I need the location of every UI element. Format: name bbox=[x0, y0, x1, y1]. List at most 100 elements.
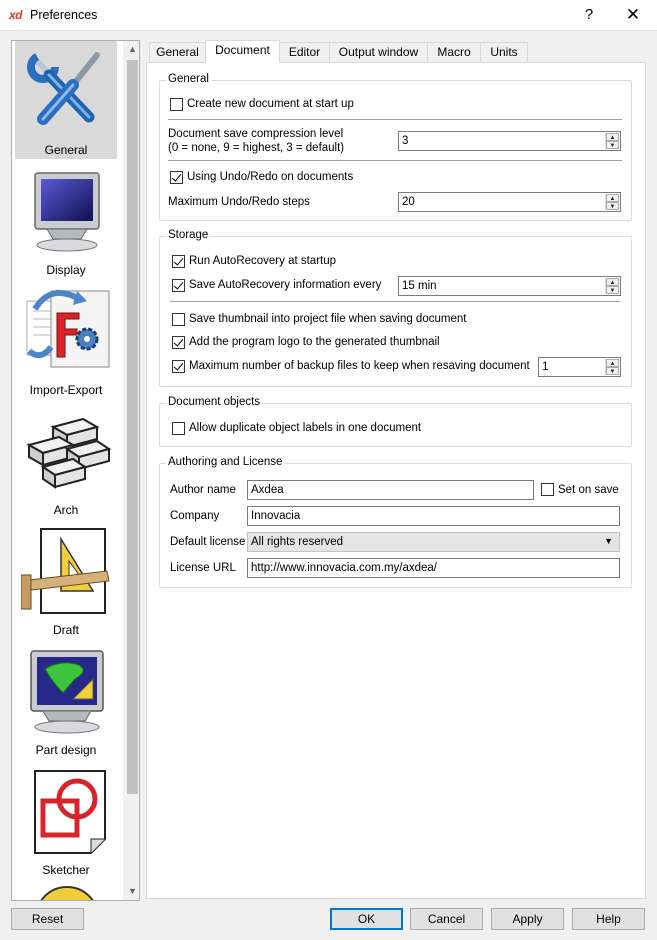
create-new-doc-checkbox[interactable] bbox=[170, 98, 183, 111]
add-logo-checkbox[interactable] bbox=[172, 336, 185, 349]
spin-value: 20 bbox=[402, 196, 415, 208]
save-autorecovery-checkbox[interactable] bbox=[172, 279, 185, 292]
compression-label-1: Document save compression level bbox=[168, 128, 344, 140]
undo-redo-checkbox[interactable] bbox=[170, 171, 183, 184]
sidebar-item-label: Sketcher bbox=[42, 863, 90, 877]
import-export-icon bbox=[26, 289, 110, 368]
input-value: http://www.innovacia.com.my/axdea/ bbox=[251, 562, 437, 574]
sketcher-icon bbox=[34, 770, 106, 854]
sidebar-item-part-design[interactable]: Part design bbox=[15, 641, 117, 759]
sidebar-item-partial bbox=[15, 881, 117, 900]
spin-down-icon[interactable]: ▼ bbox=[606, 367, 619, 375]
spin-arrows[interactable]: ▲ ▼ bbox=[605, 278, 619, 294]
apply-button[interactable]: Apply bbox=[491, 908, 564, 930]
cancel-button[interactable]: Cancel bbox=[410, 908, 483, 930]
help-title-button[interactable]: ? bbox=[578, 4, 600, 26]
spin-up-icon[interactable]: ▲ bbox=[606, 359, 619, 367]
help-button[interactable]: Help bbox=[572, 908, 645, 930]
compression-label-2: (0 = none, 9 = highest, 3 = default) bbox=[168, 142, 345, 154]
author-name-label: Author name bbox=[170, 484, 236, 496]
tab-output-window[interactable]: Output window bbox=[329, 42, 428, 62]
add-logo-label: Add the program logo to the generated th… bbox=[189, 336, 440, 348]
sidebar-item-arch[interactable]: Arch bbox=[15, 401, 117, 519]
sidebar-item-label: Arch bbox=[53, 503, 79, 517]
spin-down-icon[interactable]: ▼ bbox=[606, 141, 619, 149]
spin-arrows[interactable]: ▲ ▼ bbox=[605, 133, 619, 149]
sidebar-item-label: Import-Export bbox=[29, 383, 103, 397]
max-undo-spinbox[interactable]: 20 ▲ ▼ bbox=[398, 192, 621, 212]
allow-duplicate-checkbox[interactable] bbox=[172, 422, 185, 435]
sidebar-item-label: Display bbox=[46, 263, 86, 277]
create-new-doc-label: Create new document at start up bbox=[187, 98, 354, 110]
group-title: Storage bbox=[166, 229, 211, 241]
autorecovery-interval-spinbox[interactable]: 15 min ▲ ▼ bbox=[398, 276, 621, 296]
category-sidebar: General Display Import-Export Arch Draft… bbox=[11, 40, 140, 901]
part-design-icon bbox=[30, 650, 104, 734]
partial-icon bbox=[40, 886, 94, 900]
company-input[interactable]: Innovacia bbox=[247, 506, 620, 526]
input-value: Innovacia bbox=[251, 510, 301, 522]
default-license-select[interactable]: All rights reserved ▼ bbox=[247, 532, 620, 552]
default-license-label: Default license bbox=[170, 536, 246, 548]
max-backup-checkbox[interactable] bbox=[172, 360, 185, 373]
set-on-save-checkbox[interactable] bbox=[541, 483, 554, 496]
sidebar-item-label: General bbox=[44, 143, 88, 157]
group-title: Authoring and License bbox=[166, 456, 285, 468]
spin-down-icon[interactable]: ▼ bbox=[606, 202, 619, 210]
title-bar: xd Preferences ? ✕ bbox=[0, 0, 657, 31]
company-label: Company bbox=[170, 510, 220, 522]
spin-down-icon[interactable]: ▼ bbox=[606, 286, 619, 294]
tools-icon bbox=[27, 51, 100, 125]
spin-arrows[interactable]: ▲ ▼ bbox=[605, 194, 619, 210]
scroll-up-icon[interactable]: ▲ bbox=[124, 41, 139, 58]
divider bbox=[168, 119, 622, 120]
spin-value: 15 min bbox=[402, 280, 437, 292]
sidebar-item-import-export[interactable]: Import-Export bbox=[15, 281, 117, 399]
draft-ruler-icon bbox=[21, 528, 110, 614]
undo-redo-label: Using Undo/Redo on documents bbox=[187, 171, 354, 183]
ok-button[interactable]: OK bbox=[330, 908, 403, 930]
bricks-icon bbox=[26, 417, 111, 489]
sidebar-item-draft[interactable]: Draft bbox=[15, 521, 117, 639]
input-value: Axdea bbox=[251, 484, 284, 496]
scroll-down-icon[interactable]: ▼ bbox=[124, 883, 139, 900]
license-url-input[interactable]: http://www.innovacia.com.my/axdea/ bbox=[247, 558, 620, 578]
sidebar-item-general[interactable]: General bbox=[15, 41, 117, 159]
spin-value: 3 bbox=[402, 135, 409, 147]
divider bbox=[170, 301, 620, 302]
tab-units[interactable]: Units bbox=[480, 42, 528, 62]
window-title: Preferences bbox=[30, 8, 98, 22]
spin-up-icon[interactable]: ▲ bbox=[606, 278, 619, 286]
monitor-icon bbox=[34, 172, 100, 252]
spin-value: 1 bbox=[542, 361, 549, 373]
close-button[interactable]: ✕ bbox=[620, 4, 646, 26]
max-backup-label: Maximum number of backup files to keep w… bbox=[189, 360, 530, 372]
spin-arrows[interactable]: ▲ ▼ bbox=[605, 359, 619, 375]
allow-duplicate-label: Allow duplicate object labels in one doc… bbox=[189, 422, 422, 434]
tab-general[interactable]: General bbox=[149, 42, 206, 62]
tab-macro[interactable]: Macro bbox=[427, 42, 481, 62]
sidebar-item-label: Part design bbox=[35, 743, 97, 757]
spin-up-icon[interactable]: ▲ bbox=[606, 194, 619, 202]
save-thumbnail-label: Save thumbnail into project file when sa… bbox=[189, 313, 467, 325]
run-autorecovery-label: Run AutoRecovery at startup bbox=[189, 255, 337, 267]
tab-document[interactable]: Document bbox=[205, 40, 280, 63]
sidebar-item-sketcher[interactable]: Sketcher bbox=[15, 761, 117, 879]
run-autorecovery-checkbox[interactable] bbox=[172, 255, 185, 268]
author-name-input[interactable]: Axdea bbox=[247, 480, 534, 500]
compression-spinbox[interactable]: 3 ▲ ▼ bbox=[398, 131, 621, 151]
group-title: Document objects bbox=[166, 396, 263, 408]
sidebar-item-display[interactable]: Display bbox=[15, 161, 117, 279]
sidebar-item-label: Draft bbox=[52, 623, 79, 637]
reset-button[interactable]: Reset bbox=[11, 908, 84, 930]
scroll-thumb[interactable] bbox=[127, 60, 138, 794]
tab-editor[interactable]: Editor bbox=[279, 42, 330, 62]
save-autorecovery-label: Save AutoRecovery information every bbox=[189, 279, 382, 291]
spin-up-icon[interactable]: ▲ bbox=[606, 133, 619, 141]
max-backup-spinbox[interactable]: 1 ▲ ▼ bbox=[538, 357, 621, 377]
save-thumbnail-checkbox[interactable] bbox=[172, 313, 185, 326]
sidebar-scrollbar[interactable]: ▲ ▼ bbox=[123, 41, 139, 900]
chevron-down-icon: ▼ bbox=[604, 536, 613, 546]
group-title: General bbox=[166, 73, 211, 85]
max-undo-label: Maximum Undo/Redo steps bbox=[168, 196, 310, 208]
